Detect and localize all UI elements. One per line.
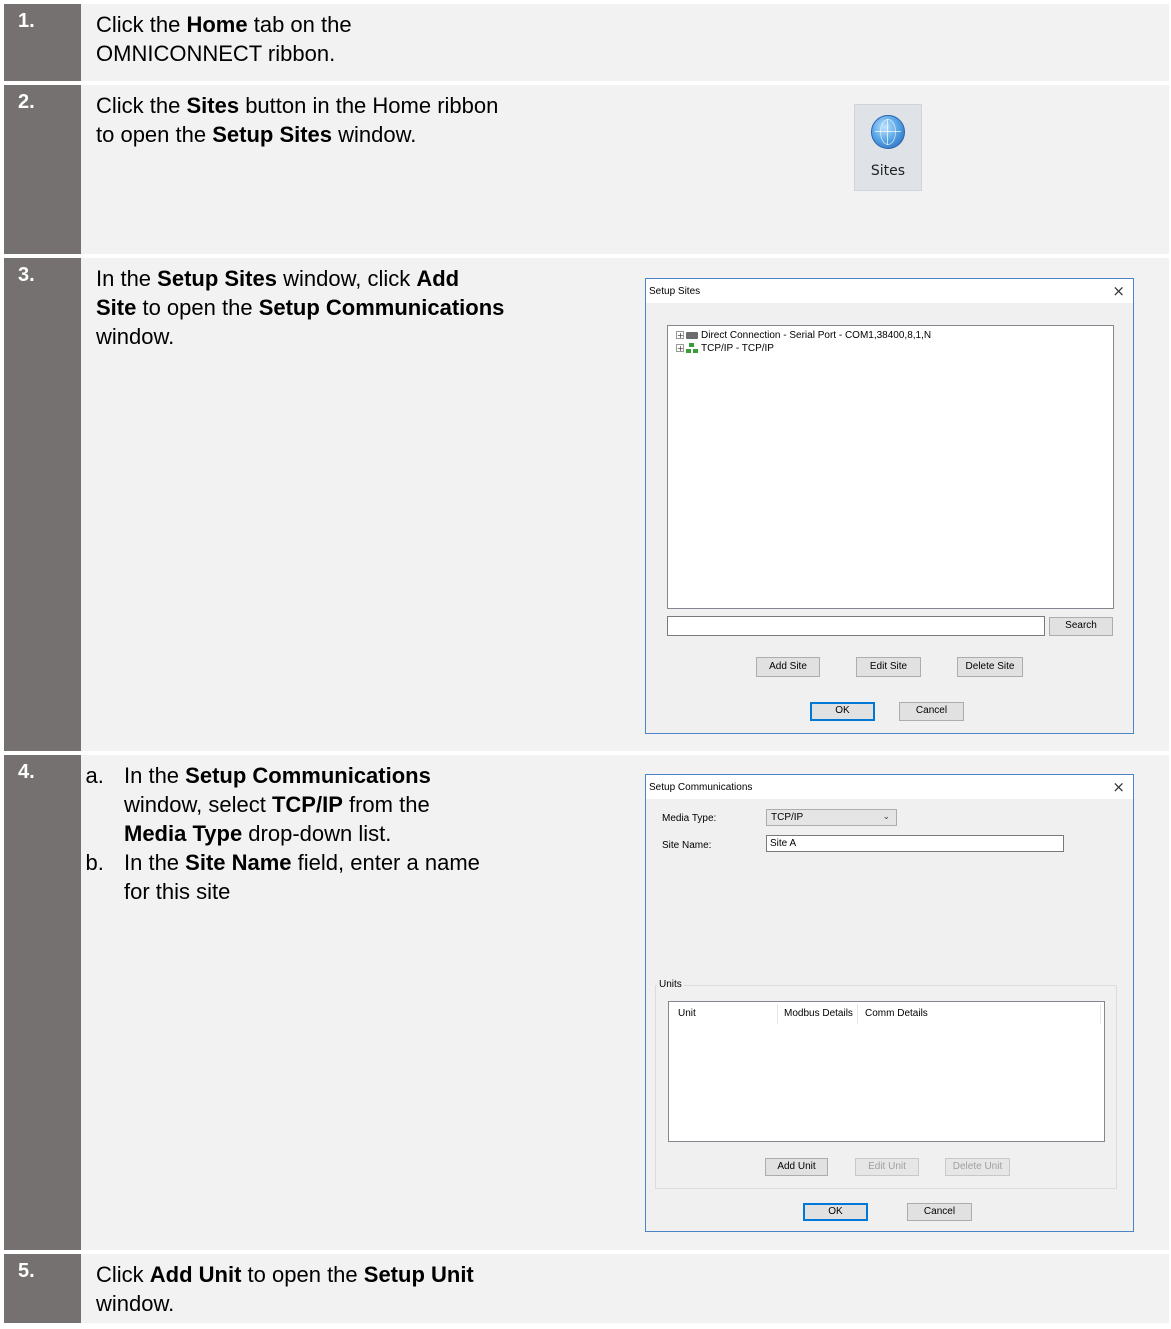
- units-list[interactable]: Unit Modbus Details Comm Details: [668, 1001, 1105, 1142]
- close-icon[interactable]: ×: [1112, 282, 1125, 300]
- bold-term: Setup Communications: [258, 295, 505, 320]
- step-text: In the Setup Communicationswindow, selec…: [52, 761, 612, 906]
- add-unit-button[interactable]: Add Unit: [765, 1158, 828, 1176]
- tree-item-tcpip[interactable]: + TCP/IP - TCP/IP: [676, 343, 774, 355]
- bold-term: Setup Unit: [363, 1262, 474, 1287]
- tree-item-label: TCP/IP - TCP/IP: [701, 343, 774, 354]
- sub-step-list: In the Setup Communicationswindow, selec…: [52, 761, 612, 906]
- globe-icon: [871, 115, 905, 149]
- dialog-title: Setup Sites: [649, 286, 701, 297]
- sites-tree[interactable]: + Direct Connection - Serial Port - COM1,…: [667, 325, 1114, 609]
- site-name-label: Site Name:: [662, 840, 712, 851]
- network-icon: [686, 343, 698, 354]
- media-type-value: TCP/IP: [771, 812, 804, 823]
- media-type-select[interactable]: TCP/IP ⌄: [766, 809, 897, 826]
- ok-button[interactable]: OK: [810, 702, 875, 721]
- bold-term: Add: [416, 266, 460, 291]
- step-5: 5. Click Add Unit to open the Setup Unit…: [4, 1254, 1169, 1323]
- column-header-modbus-details[interactable]: Modbus Details: [784, 1008, 853, 1019]
- bold-term: Setup Sites: [212, 122, 333, 147]
- tree-item-label: Direct Connection - Serial Port - COM1,3…: [701, 330, 932, 341]
- tree-item-serial[interactable]: + Direct Connection - Serial Port - COM1,…: [676, 330, 931, 342]
- dialog-title: Setup Communications: [649, 782, 753, 793]
- search-input[interactable]: [667, 616, 1045, 636]
- bold-term: Home: [186, 12, 248, 37]
- step-text: Click the Home tab on the OMNICONNECT rib…: [96, 12, 352, 66]
- column-header-unit[interactable]: Unit: [678, 1008, 696, 1019]
- ok-button[interactable]: OK: [803, 1203, 868, 1221]
- setup-sites-dialog: Setup Sites × + Direct Connection - Seria…: [645, 278, 1134, 734]
- cancel-button[interactable]: Cancel: [899, 702, 964, 721]
- sub-step-b: In the Site Name field, enter a namefor …: [110, 848, 612, 906]
- chevron-down-icon: ⌄: [882, 812, 890, 822]
- dialog-title-bar: Setup Communications ×: [646, 775, 1133, 799]
- column-divider: [1100, 1004, 1101, 1024]
- close-icon[interactable]: ×: [1112, 778, 1125, 796]
- expand-icon[interactable]: +: [676, 344, 684, 353]
- setup-communications-dialog: Setup Communications × Media Type: TCP/I…: [645, 774, 1134, 1232]
- step-text: Click Add Unit to open the Setup Unit win…: [96, 1262, 474, 1316]
- edit-site-button[interactable]: Edit Site: [856, 657, 921, 677]
- bold-term: Media Type: [124, 821, 243, 846]
- sites-button-label: Sites: [870, 163, 906, 179]
- step-text: Click the Sites button in the Home ribbo…: [96, 93, 499, 147]
- step-1: 1. Click the Home tab on the OMNICONNECT …: [4, 4, 1169, 81]
- column-divider: [777, 1004, 778, 1024]
- bold-term: Site Name: [185, 850, 292, 875]
- media-type-label: Media Type:: [662, 813, 717, 824]
- column-header-comm-details[interactable]: Comm Details: [865, 1008, 928, 1019]
- bold-term: Setup Communications: [185, 763, 431, 788]
- bold-term: TCP/IP: [271, 792, 343, 817]
- bold-term: Add Unit: [149, 1262, 242, 1287]
- instruction-page: { "steps": [ { "number": "1.", "segments…: [0, 0, 1171, 1329]
- cancel-button[interactable]: Cancel: [907, 1203, 972, 1221]
- search-button[interactable]: Search: [1049, 617, 1113, 636]
- delete-site-button[interactable]: Delete Site: [957, 657, 1023, 677]
- add-site-button[interactable]: Add Site: [756, 657, 820, 677]
- step-2: 2. Click the Sites button in the Home ri…: [4, 85, 1169, 254]
- sites-ribbon-button[interactable]: Sites: [854, 104, 922, 191]
- step-number: 1.: [4, 4, 81, 81]
- bold-term: Sites: [186, 93, 240, 118]
- step-text: In the Setup Sites window, click Add Site…: [96, 266, 505, 349]
- step-number: 2.: [4, 85, 81, 254]
- edit-unit-button[interactable]: Edit Unit: [855, 1158, 919, 1176]
- bold-term: Site: [96, 295, 137, 320]
- column-divider: [857, 1004, 858, 1024]
- units-group-label: Units: [657, 979, 684, 990]
- dialog-title-bar: Setup Sites ×: [646, 279, 1133, 303]
- expand-icon[interactable]: +: [676, 331, 684, 340]
- bold-term: Setup Sites: [157, 266, 277, 291]
- serial-port-icon: [686, 331, 698, 339]
- step-number: 5.: [4, 1254, 81, 1323]
- site-name-field[interactable]: Site A: [766, 835, 1064, 852]
- delete-unit-button[interactable]: Delete Unit: [945, 1158, 1010, 1176]
- sub-step-a: In the Setup Communicationswindow, selec…: [110, 761, 612, 848]
- step-number: 3.: [4, 258, 81, 751]
